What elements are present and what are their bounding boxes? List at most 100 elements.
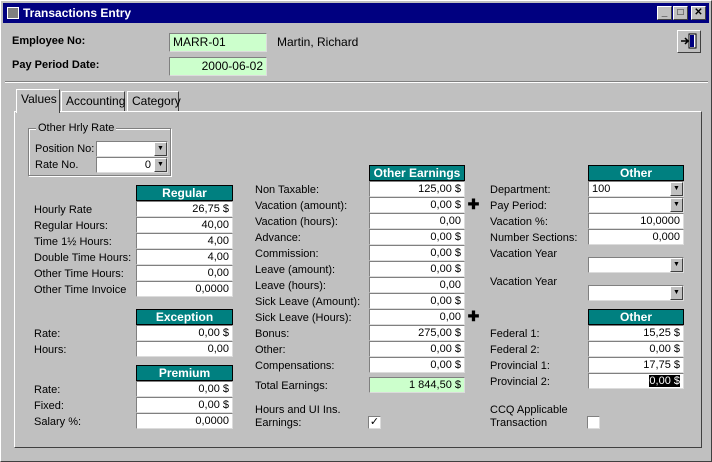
pay-period-date-label: Pay Period Date: — [12, 59, 100, 71]
advance-label: Advance: — [255, 232, 301, 244]
vacation-hours-label: Vacation (hours): — [255, 216, 338, 228]
maximize-button[interactable]: □ — [673, 6, 688, 20]
employee-no-field[interactable]: MARR-01 — [169, 33, 267, 52]
exception-rate-field[interactable]: 0,00 $ — [136, 325, 233, 341]
vacation-year-combo-1[interactable]: ▼ — [588, 257, 684, 273]
time-half-hours-field[interactable]: 4,00 — [136, 233, 233, 249]
exit-door-icon — [681, 33, 697, 49]
vacation-pct-label: Vacation %: — [490, 216, 548, 228]
exit-button[interactable] — [677, 30, 701, 53]
ccq-label-line2: Transaction — [490, 417, 548, 429]
vacation-amount-plus-icon[interactable]: ✚ — [467, 197, 480, 211]
vacation-hours-field[interactable]: 0,00 — [369, 213, 465, 229]
other-header: Other — [588, 165, 684, 181]
taxes-header: Other — [588, 309, 684, 325]
commission-field[interactable]: 0,00 $ — [369, 245, 465, 261]
leave-amount-field[interactable]: 0,00 $ — [369, 261, 465, 277]
non-taxable-label: Non Taxable: — [255, 184, 320, 196]
title-bar[interactable]: Transactions Entry _ □ ✕ — [3, 3, 709, 23]
premium-salary-label: Salary %: — [34, 416, 82, 428]
compensations-field[interactable]: 0,00 $ — [369, 357, 465, 373]
hourly-rate-field[interactable]: 26,75 $ — [136, 201, 233, 217]
rate-no-combo[interactable]: 0 ▼ — [96, 157, 168, 173]
other-label: Other: — [255, 344, 286, 356]
rate-no-label: Rate No. — [35, 159, 79, 171]
hours-ui-checkbox[interactable]: ✓ — [368, 416, 381, 429]
tab-values[interactable]: Values — [16, 89, 60, 113]
chevron-down-icon[interactable]: ▼ — [670, 198, 683, 212]
federal-1-field[interactable]: 15,25 $ — [588, 325, 684, 341]
regular-hours-label: Regular Hours: — [34, 220, 108, 232]
federal-2-label: Federal 2: — [490, 344, 540, 356]
sick-leave-amount-field[interactable]: 0,00 $ — [369, 293, 465, 309]
chevron-down-icon[interactable]: ▼ — [670, 182, 683, 196]
exception-hours-field[interactable]: 0,00 — [136, 341, 233, 357]
double-time-hours-label: Double Time Hours: — [34, 252, 132, 264]
vacation-pct-field[interactable]: 10,0000 — [588, 213, 684, 229]
ccq-checkbox[interactable] — [587, 416, 600, 429]
non-taxable-field[interactable]: 125,00 $ — [369, 181, 465, 197]
sick-leave-amount-label: Sick Leave (Amount): — [255, 296, 361, 308]
premium-header: Premium — [136, 365, 233, 381]
transactions-window: Transactions Entry _ □ ✕ Employee No: MA… — [0, 0, 712, 462]
department-combo[interactable]: 100 ▼ — [588, 181, 684, 197]
premium-fixed-field[interactable]: 0,00 $ — [136, 397, 233, 413]
federal-2-field[interactable]: 0,00 $ — [588, 341, 684, 357]
chevron-down-icon[interactable]: ▼ — [154, 142, 167, 156]
sick-leave-hours-plus-icon[interactable]: ✚ — [467, 309, 480, 323]
other-time-hours-field[interactable]: 0,00 — [136, 265, 233, 281]
bonus-field[interactable]: 275,00 $ — [369, 325, 465, 341]
sick-leave-hours-field[interactable]: 0,00 — [369, 309, 465, 325]
hourly-rate-label: Hourly Rate — [34, 204, 93, 216]
exception-rate-label: Rate: — [34, 328, 61, 340]
total-earnings-field: 1 844,50 $ — [369, 377, 465, 393]
tab-category[interactable]: Category — [127, 91, 181, 111]
total-earnings-label: Total Earnings: — [255, 380, 328, 392]
window-title: Transactions Entry — [23, 6, 132, 20]
position-no-combo[interactable]: ▼ — [96, 141, 168, 157]
chevron-down-icon[interactable]: ▼ — [670, 286, 683, 300]
tab-accounting[interactable]: Accounting — [61, 91, 125, 111]
number-sections-field[interactable]: 0,000 — [588, 229, 684, 245]
double-time-hours-field[interactable]: 4,00 — [136, 249, 233, 265]
leave-amount-label: Leave (amount): — [255, 264, 336, 276]
vacation-amount-field[interactable]: 0,00 $ — [369, 197, 465, 213]
other-earnings-header: Other Earnings — [369, 165, 465, 181]
chevron-down-icon[interactable]: ▼ — [670, 258, 683, 272]
pay-period-combo[interactable]: ▼ — [588, 197, 684, 213]
bonus-label: Bonus: — [255, 328, 290, 340]
other-time-hours-label: Other Time Hours: — [34, 268, 124, 280]
vacation-year-combo-2[interactable]: ▼ — [588, 285, 684, 301]
other-hrly-rate-title: Other Hrly Rate — [36, 122, 117, 134]
premium-fixed-label: Fixed: — [34, 400, 64, 412]
advance-field[interactable]: 0,00 $ — [369, 229, 465, 245]
employee-name: Martin, Richard — [277, 35, 359, 49]
pay-period-label: Pay Period: — [490, 200, 547, 212]
other-time-invoice-field[interactable]: 0,0000 — [136, 281, 233, 297]
time-half-hours-label: Time 1½ Hours: — [34, 236, 112, 248]
department-label: Department: — [490, 184, 551, 196]
chevron-down-icon[interactable]: ▼ — [154, 158, 167, 172]
provincial-1-label: Provincial 1: — [490, 360, 550, 372]
other-field[interactable]: 0,00 $ — [369, 341, 465, 357]
premium-salary-field[interactable]: 0,0000 — [136, 413, 233, 429]
close-button[interactable]: ✕ — [691, 6, 706, 20]
pay-period-date-field[interactable]: 2000-06-02 — [169, 57, 267, 76]
vacation-year-label-1: Vacation Year — [490, 248, 558, 260]
regular-hours-field[interactable]: 40,00 — [136, 217, 233, 233]
premium-rate-field[interactable]: 0,00 $ — [136, 381, 233, 397]
provincial-2-field[interactable]: 0,00 $ — [588, 373, 684, 389]
employee-no-label: Employee No: — [12, 35, 86, 47]
leave-hours-field[interactable]: 0,00 — [369, 277, 465, 293]
vacation-amount-label: Vacation (amount): — [255, 200, 348, 212]
app-icon — [7, 7, 19, 19]
sick-leave-hours-label: Sick Leave (Hours): — [255, 312, 352, 324]
exception-hours-label: Hours: — [34, 344, 67, 356]
hours-ui-label-line1: Hours and UI Ins. — [255, 404, 341, 416]
compensations-label: Compensations: — [255, 360, 335, 372]
minimize-button[interactable]: _ — [657, 6, 672, 20]
hours-ui-label-line2: Earnings: — [255, 417, 302, 429]
ccq-label-line1: CCQ Applicable — [490, 404, 568, 416]
provincial-2-label: Provincial 2: — [490, 376, 550, 388]
provincial-1-field[interactable]: 17,75 $ — [588, 357, 684, 373]
